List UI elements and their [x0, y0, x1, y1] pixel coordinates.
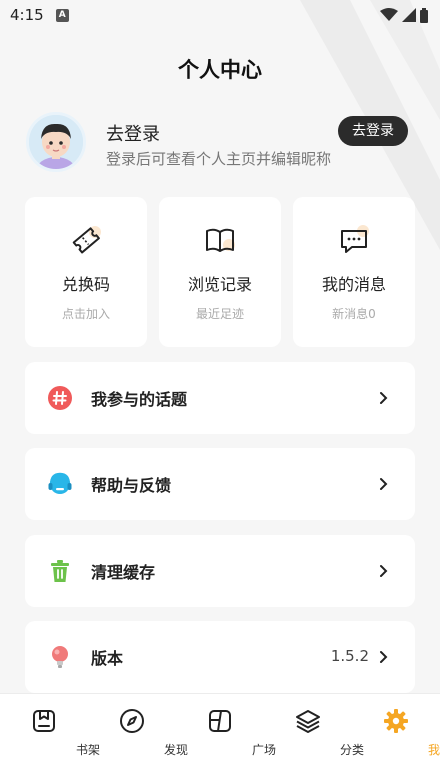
book-icon [206, 228, 235, 252]
battery-icon [420, 7, 428, 23]
square-icon [209, 710, 231, 732]
menu-item-clear-cache[interactable]: 清理缓存 [25, 535, 415, 607]
version-value: 1.5.2 [330, 647, 369, 665]
menu-label: 清理缓存 [91, 563, 156, 582]
menu-item-version[interactable]: 版本 1.5.2 [25, 621, 415, 693]
avatar-illustration [29, 115, 83, 169]
nav-item-category[interactable]: 分类 [264, 694, 364, 770]
card-label: 浏览记录 [187, 275, 252, 294]
card-label: 兑换码 [61, 275, 110, 294]
signal-icon [402, 8, 416, 22]
my-messages-card[interactable]: 我的消息 新消息0 [293, 197, 415, 347]
nav-item-bookshelf[interactable]: 书架 [0, 694, 100, 770]
card-subtitle: 新消息0 [332, 307, 376, 321]
bottom-nav: 书架 发现 广场 分类 我 [0, 693, 440, 770]
card-label: 我的消息 [321, 275, 386, 294]
gear-icon [384, 709, 408, 733]
menu-label: 帮助与反馈 [91, 476, 172, 495]
nav-item-discover[interactable]: 发现 [88, 694, 188, 770]
headset-icon [48, 472, 72, 494]
notification-icon: A [55, 8, 69, 22]
menu-item-topics[interactable]: 我参与的话题 [25, 362, 415, 434]
hashtag-icon [48, 386, 72, 410]
nav-item-mine[interactable]: 我的 [352, 694, 440, 770]
nav-item-plaza[interactable]: 广场 [176, 694, 276, 770]
compass-icon [120, 709, 144, 733]
login-button[interactable]: 去登录 [338, 116, 408, 146]
bulb-icon [52, 646, 68, 668]
status-bar: 4:15 A [0, 0, 440, 30]
page-title: 个人中心 [178, 58, 262, 82]
menu-label: 版本 [91, 649, 124, 668]
redeem-code-card[interactable]: 兑换码 点击加入 [25, 197, 147, 347]
avatar[interactable] [26, 112, 86, 172]
chevron-right-icon [380, 565, 388, 577]
status-indicators [380, 7, 428, 23]
chevron-right-icon [380, 392, 388, 404]
browse-history-card[interactable]: 浏览记录 最近足迹 [159, 197, 281, 347]
status-time: 4:15 [10, 6, 44, 24]
chevron-right-icon [380, 651, 388, 663]
login-subtitle: 登录后可查看个人主页并编辑昵称 [106, 150, 332, 168]
ticket-icon [72, 226, 101, 254]
menu-label: 我参与的话题 [91, 390, 188, 409]
card-subtitle: 点击加入 [61, 307, 110, 321]
quick-cards: 兑换码 点击加入 浏览记录 最近足迹 我的消息 新消息0 [25, 197, 415, 347]
menu-item-help-feedback[interactable]: 帮助与反馈 [25, 448, 415, 520]
card-subtitle: 最近足迹 [195, 307, 244, 321]
nav-label: 我的 [427, 743, 440, 757]
profile-section: 去登录 登录后可查看个人主页并编辑昵称 去登录 [26, 112, 416, 176]
bookshelf-icon [33, 710, 55, 732]
layers-icon [296, 710, 320, 733]
trash-icon [51, 560, 69, 582]
wifi-icon [380, 8, 398, 21]
login-title[interactable]: 去登录 [106, 120, 160, 146]
chevron-right-icon [380, 478, 388, 490]
message-icon [341, 225, 369, 253]
